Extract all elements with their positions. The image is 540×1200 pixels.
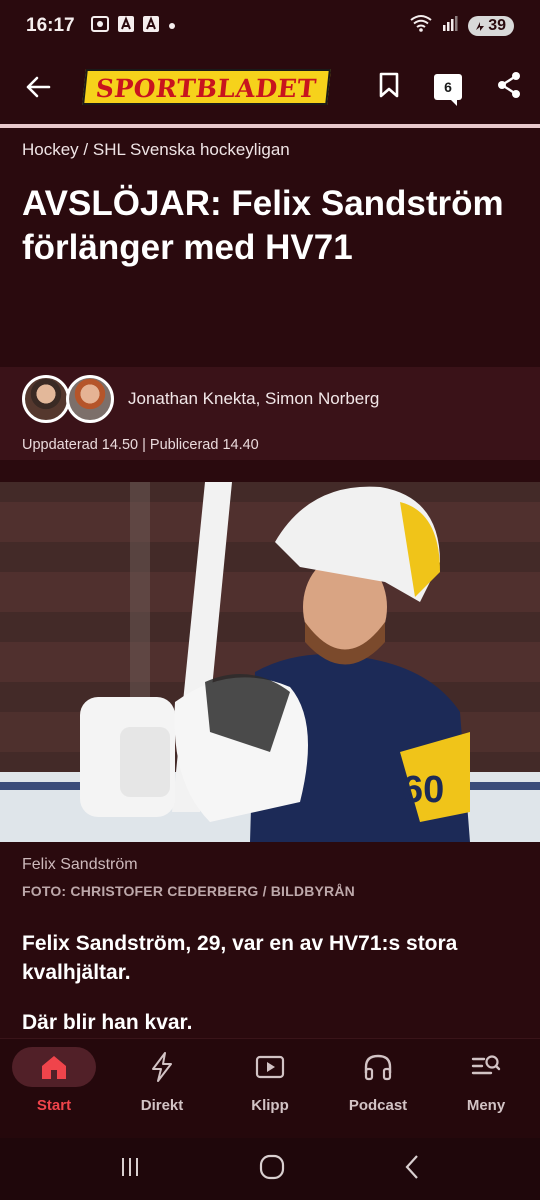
- font-icon: [117, 15, 134, 37]
- article-lead-2: Där blir han kvar.: [22, 1011, 193, 1034]
- svg-text:60: 60: [402, 769, 444, 811]
- dot-icon: [168, 17, 176, 35]
- back-button[interactable]: [18, 67, 58, 107]
- home-icon: [42, 1056, 66, 1079]
- battery-icon: [476, 22, 485, 31]
- system-nav-bar: [0, 1138, 540, 1200]
- lightning-icon: [152, 1052, 172, 1082]
- status-time: 16:17: [26, 15, 75, 36]
- article-headline: AVSLÖJAR: Felix Sandström förlänger med …: [22, 184, 504, 267]
- comments-button[interactable]: 6: [434, 74, 462, 106]
- header-divider: [0, 124, 540, 128]
- play-icon: [255, 1055, 285, 1079]
- bottom-nav: Start Direkt Klipp Podcast Meny: [0, 1038, 540, 1138]
- published-timestamp: Uppdaterad 14.50 | Publicerad 14.40: [22, 437, 259, 453]
- font-icon: [142, 15, 159, 37]
- sportbladet-logo[interactable]: SPORTBLADET: [82, 69, 331, 105]
- app-bar: SPORTBLADET 6: [0, 52, 540, 122]
- nav-item-klipp[interactable]: Klipp: [216, 1039, 324, 1138]
- nav-icon-wrap: [444, 1047, 528, 1087]
- wifi-icon: [410, 14, 432, 38]
- avatar: [66, 375, 114, 423]
- nav-item-meny[interactable]: Meny: [432, 1039, 540, 1138]
- nav-label: Start: [36, 1097, 72, 1114]
- nav-label: Klipp: [251, 1097, 289, 1114]
- photo-credit: FOTO: CHRISTOFER CEDERBERG / BILDBYRÅN: [22, 883, 355, 899]
- nav-icon-wrap: [120, 1047, 204, 1087]
- menu-search-icon: [471, 1055, 501, 1075]
- signal-icon: [442, 15, 458, 37]
- nav-icon-wrap: [336, 1047, 420, 1087]
- nav-item-direkt[interactable]: Direkt: [108, 1039, 216, 1138]
- recents-icon: [122, 1157, 138, 1176]
- nav-icon-wrap: [228, 1047, 312, 1087]
- screenshot-icon: [90, 15, 109, 37]
- recent-apps-button[interactable]: [119, 1156, 141, 1183]
- author-row[interactable]: Jonathan Knekta, Simon Norberg: [22, 375, 379, 423]
- nav-item-podcast[interactable]: Podcast: [324, 1039, 432, 1138]
- nav-label: Podcast: [348, 1097, 408, 1114]
- bookmark-icon: [379, 72, 399, 97]
- share-button[interactable]: [496, 71, 522, 104]
- nav-label: Meny: [466, 1097, 506, 1114]
- author-names[interactable]: Jonathan Knekta, Simon Norberg: [128, 389, 379, 409]
- nav-label: Direkt: [140, 1097, 184, 1114]
- nav-icon-wrap: [12, 1047, 96, 1087]
- author-box: Jonathan Knekta, Simon Norberg Uppdatera…: [0, 367, 540, 460]
- image-caption: Felix Sandström: [22, 856, 138, 873]
- breadcrumb[interactable]: Hockey / SHL Svenska hockeyligan: [22, 140, 290, 160]
- hockey-goalie-photo: 60: [0, 482, 540, 842]
- status-bar: 16:17 39: [0, 0, 540, 52]
- home-circle-icon: [259, 1154, 285, 1179]
- headphones-icon: [364, 1054, 392, 1081]
- battery-indicator: 39: [468, 16, 514, 36]
- share-icon: [498, 71, 520, 98]
- arrow-back-icon: [26, 76, 51, 98]
- comment-count: 6: [444, 79, 452, 95]
- chevron-left-icon: [405, 1154, 418, 1179]
- article-lead: Felix Sandström, 29, var en av HV71:s st…: [22, 932, 458, 984]
- bookmark-button[interactable]: [378, 72, 400, 103]
- avatar: [22, 375, 70, 423]
- battery-level: 39: [488, 17, 506, 34]
- home-button[interactable]: [259, 1154, 285, 1185]
- article-hero-image[interactable]: 60: [0, 482, 540, 842]
- system-back-button[interactable]: [403, 1154, 421, 1185]
- nav-item-start[interactable]: Start: [0, 1039, 108, 1138]
